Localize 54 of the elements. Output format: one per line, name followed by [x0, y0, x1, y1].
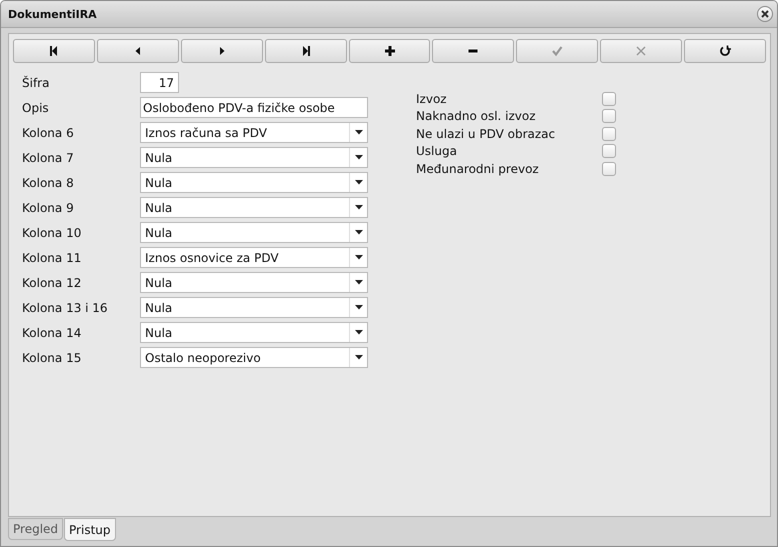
caret-icon: [354, 330, 362, 335]
caret-icon: [354, 255, 362, 260]
field-label: Kolona 9: [22, 200, 75, 214]
close-button[interactable]: [757, 6, 773, 22]
dropdown[interactable]: Nula: [140, 222, 368, 243]
caret-icon: [354, 180, 362, 185]
checkbox[interactable]: [602, 144, 616, 158]
checkbox[interactable]: [602, 92, 616, 106]
checkbox-label: Ne ulazi u PDV obrazac: [416, 126, 556, 141]
field-label: Opis: [22, 100, 50, 114]
dropdown[interactable]: Nula: [140, 147, 368, 168]
checkbox-label: Usluga: [416, 144, 458, 158]
tab[interactable]: Pristup: [64, 518, 116, 541]
field-label: Kolona 11: [22, 250, 82, 264]
close-icon: [760, 9, 770, 19]
caret-icon: [354, 305, 362, 310]
field-label: Kolona 8: [22, 176, 75, 190]
dropdown[interactable]: Nula: [140, 297, 368, 318]
checkbox[interactable]: [602, 162, 616, 176]
dropdown[interactable]: Iznos osnovice za PDV: [140, 247, 368, 268]
checkbox-label: Izvoz: [416, 92, 448, 106]
field-label: Kolona 7: [22, 150, 75, 164]
last-button[interactable]: [264, 39, 347, 63]
dropdown[interactable]: Ostalo neoporezivo: [140, 347, 368, 368]
field-label: Kolona 12: [22, 276, 82, 290]
caret-icon: [354, 355, 362, 360]
add-button[interactable]: [348, 39, 430, 63]
checkbox[interactable]: [602, 126, 616, 141]
checkbox-label: Naknadno osl. izvoz: [416, 109, 537, 124]
save-button[interactable]: [516, 39, 598, 63]
checkbox-label: Međunarodni prevoz: [416, 162, 540, 176]
dropdown[interactable]: Nula: [140, 197, 368, 218]
caret-icon: [354, 280, 362, 285]
caret-icon: [354, 130, 362, 135]
dropdown[interactable]: Iznos računa sa PDV: [140, 122, 368, 143]
dropdown[interactable]: Nula: [140, 172, 368, 193]
checkbox[interactable]: [602, 109, 616, 124]
field-label: Kolona 13 i 16: [22, 300, 109, 314]
caret-icon: [354, 155, 362, 160]
dropdown[interactable]: Nula: [140, 322, 368, 343]
number-field[interactable]: 17: [140, 72, 179, 93]
field-label: Kolona 10: [22, 226, 82, 240]
caret-icon: [354, 205, 362, 210]
refresh-button[interactable]: [684, 39, 766, 63]
field-label: Šifra: [22, 76, 50, 90]
field-label: Kolona 15: [22, 350, 82, 364]
field-label: Kolona 6: [22, 126, 75, 140]
dropdown[interactable]: Nula: [140, 272, 368, 293]
tab[interactable]: Pregled: [8, 518, 64, 540]
field-label: Kolona 14: [22, 326, 82, 340]
window-title: DokumentiIRA: [8, 8, 97, 20]
caret-icon: [354, 230, 362, 235]
text-field[interactable]: Oslobođeno PDV-a fizičke osobe: [140, 97, 368, 118]
first-button[interactable]: [13, 39, 95, 63]
